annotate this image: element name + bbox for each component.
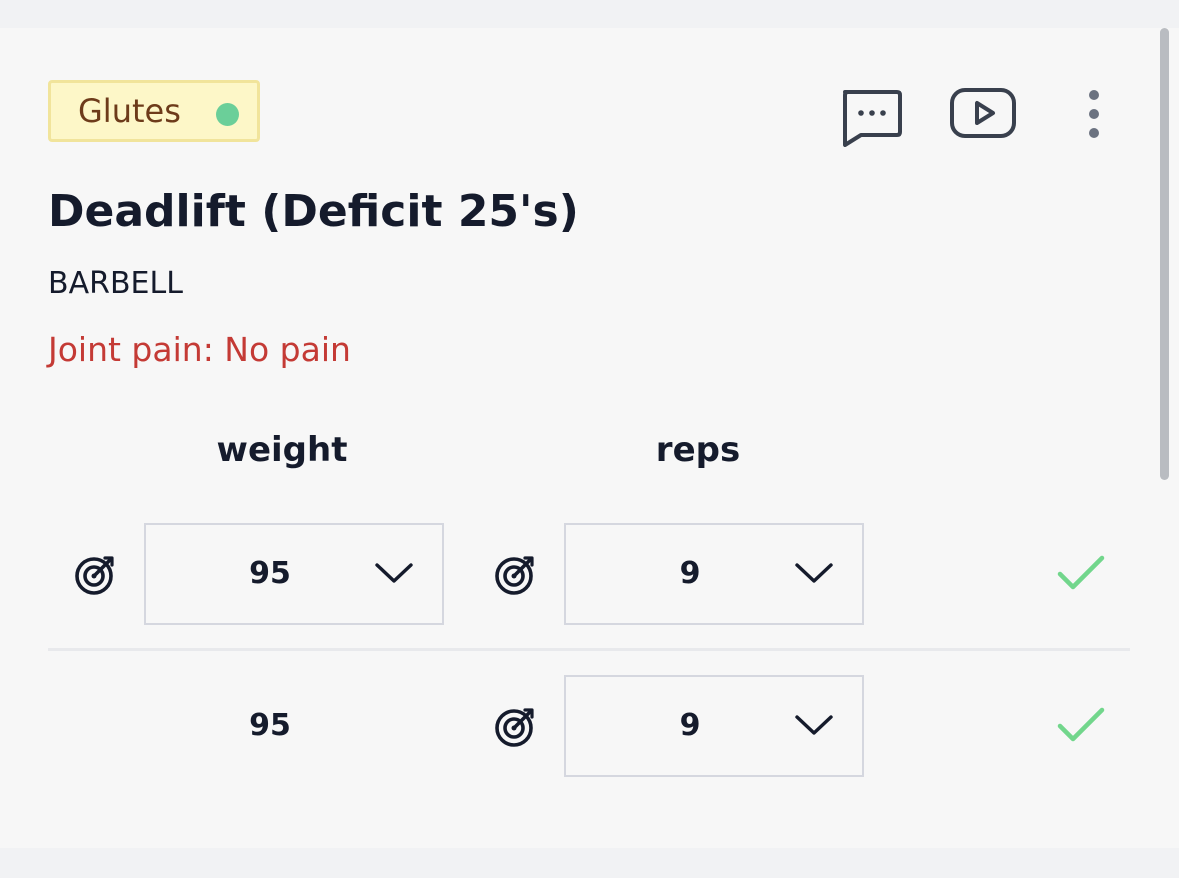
comment-icon	[843, 90, 902, 147]
video-icon	[950, 88, 1016, 138]
equipment-label: BARBELL	[48, 266, 183, 301]
weight-select[interactable]: 95	[144, 523, 444, 625]
divider	[48, 648, 1130, 651]
video-button[interactable]	[948, 86, 1018, 140]
reps-value: 9	[679, 708, 701, 743]
target-icon[interactable]	[74, 552, 118, 596]
more-vertical-icon	[1089, 90, 1099, 138]
reps-value: 9	[679, 556, 701, 591]
target-icon[interactable]	[494, 704, 538, 748]
exercise-card: Glutes Deadlift (Deficit 25's) BARBELL J…	[0, 28, 1179, 848]
target-icon[interactable]	[494, 552, 538, 596]
muscle-tag: Glutes	[48, 80, 260, 142]
chevron-down-icon	[375, 563, 413, 583]
check-icon[interactable]	[1056, 706, 1106, 744]
check-icon[interactable]	[1056, 554, 1106, 592]
exercise-title: Deadlift (Deficit 25's)	[48, 186, 579, 237]
weight-column-header: weight	[216, 430, 348, 470]
status-dot	[216, 103, 239, 126]
weight-value: 95	[249, 708, 291, 743]
joint-pain-note: Joint pain: No pain	[48, 330, 351, 369]
weight-value: 95	[249, 556, 291, 591]
reps-column-header: reps	[655, 430, 741, 470]
more-button[interactable]	[1076, 84, 1112, 144]
chevron-down-icon	[795, 563, 833, 583]
scrollbar[interactable]	[1160, 28, 1169, 480]
reps-select[interactable]: 9	[564, 523, 864, 625]
muscle-tag-label: Glutes	[78, 92, 181, 130]
chevron-down-icon	[795, 715, 833, 735]
reps-select[interactable]: 9	[564, 675, 864, 777]
comment-button[interactable]	[838, 88, 904, 148]
